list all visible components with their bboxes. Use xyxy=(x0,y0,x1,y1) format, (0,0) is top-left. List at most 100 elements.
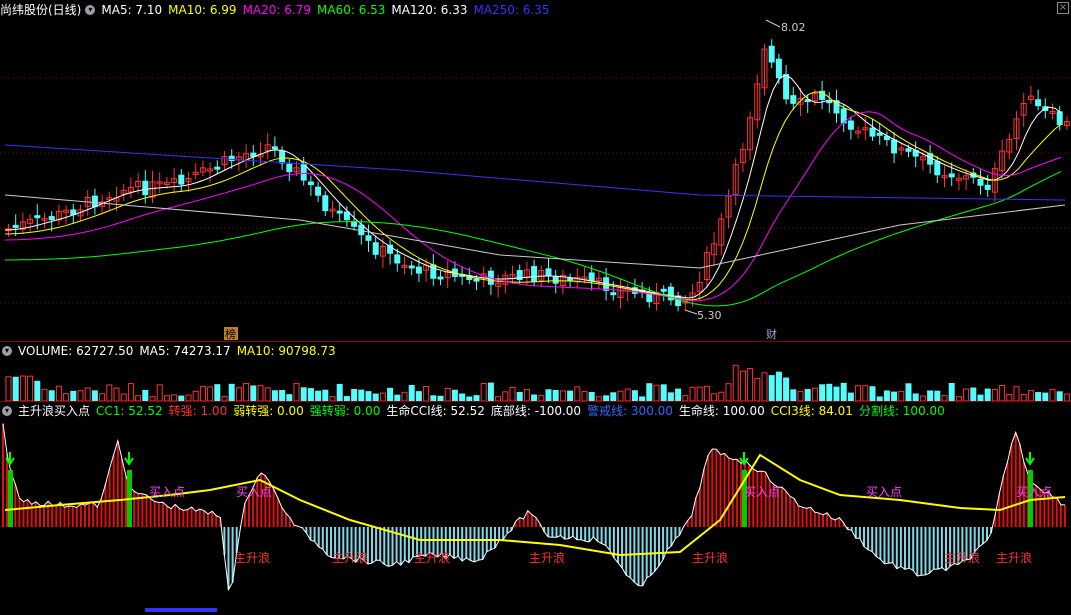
event-marker-label: 财 xyxy=(766,327,777,341)
legend-item: 生命线: 100.00 xyxy=(678,404,765,418)
legend-item: MA120: 6.33 xyxy=(391,3,468,17)
scroll-indicator xyxy=(145,608,217,612)
volume-bar xyxy=(999,384,1006,402)
volume-bar xyxy=(581,390,588,402)
low-label: 5.30 xyxy=(697,309,722,322)
volume-bar xyxy=(840,382,847,402)
volume-bar xyxy=(948,382,955,402)
buy-point-label: 买入点 xyxy=(149,485,185,499)
volume-bar xyxy=(610,392,617,402)
volume-bar xyxy=(199,385,206,402)
volume-bar xyxy=(235,387,242,402)
volume-bar xyxy=(142,389,149,402)
volume-bar xyxy=(819,384,826,402)
panel-divider xyxy=(0,341,1071,342)
legend-item: MA10: 90798.73 xyxy=(236,344,336,358)
candle-body xyxy=(286,163,293,173)
volume-bar xyxy=(358,389,365,402)
volume-bar xyxy=(336,383,343,402)
candle-body xyxy=(365,235,372,241)
candle-body xyxy=(891,139,898,154)
candle-body xyxy=(869,127,876,137)
volume-bar xyxy=(5,376,12,402)
candle-body xyxy=(91,195,98,208)
volume-bar xyxy=(927,390,934,402)
candle-body xyxy=(660,288,667,292)
volume-bar xyxy=(307,388,314,402)
candle-body xyxy=(142,180,149,196)
main-wave-label: 主升浪 xyxy=(944,550,980,565)
candle-body xyxy=(775,58,782,79)
volume-bar xyxy=(1042,392,1049,402)
volume-bar xyxy=(847,392,854,402)
collapse-icon[interactable]: ▾ xyxy=(2,406,12,416)
collapse-icon[interactable]: ▾ xyxy=(85,5,96,15)
volume-bar xyxy=(718,391,725,402)
candle-body xyxy=(415,266,422,274)
legend-item: 转强: 1.00 xyxy=(168,404,228,418)
candle-body xyxy=(315,186,322,196)
legend-item: MA20: 6.79 xyxy=(242,3,311,17)
volume-bar xyxy=(415,391,422,402)
high-pointer xyxy=(765,19,781,28)
close-icon[interactable]: × xyxy=(1057,2,1069,14)
legend-item: 强转弱: 0.00 xyxy=(309,404,381,418)
candle-body xyxy=(307,181,314,186)
down-arrow-icon xyxy=(124,452,134,466)
collapse-icon[interactable]: ▾ xyxy=(2,346,12,356)
volume-bar xyxy=(588,392,595,402)
volume-bar xyxy=(963,388,970,402)
candle-body xyxy=(351,221,358,227)
volume-bar xyxy=(120,393,127,402)
volume-bar xyxy=(250,385,257,402)
volume-bar xyxy=(1049,388,1056,402)
volume-bar xyxy=(84,387,91,402)
volume-bar xyxy=(1035,392,1042,402)
ma120-line xyxy=(4,194,1066,269)
volume-bar xyxy=(379,392,386,402)
indicator-legend: ▾ 主升浪买入点 CC1: 52.52 转强: 1.00 弱转强: 0.00 强转弱:… xyxy=(0,403,957,419)
candle-body xyxy=(408,265,415,269)
volume-bar xyxy=(703,385,710,402)
volume-bar xyxy=(883,390,890,402)
volume-legend-list: VOLUME: 62727.50 MA5: 74273.17 MA10: 90798… xyxy=(18,343,342,359)
volume-bar xyxy=(898,390,905,402)
volume-bar xyxy=(891,391,898,402)
volume-bar xyxy=(567,390,574,402)
volume-bar xyxy=(624,388,631,402)
volume-bar xyxy=(725,383,732,402)
candle-body xyxy=(343,211,350,221)
volume-bar xyxy=(739,370,746,402)
candle-body xyxy=(48,216,55,221)
volume-bar xyxy=(660,384,667,402)
volume-bar xyxy=(552,389,559,402)
volume-bar xyxy=(372,393,379,402)
volume-bar xyxy=(487,382,494,402)
volume-bar xyxy=(646,383,653,402)
candle-body xyxy=(984,184,991,190)
volume-bar xyxy=(401,391,408,402)
legend-item: MA60: 6.53 xyxy=(317,3,386,17)
indicator-legend-list: CC1: 52.52 转强: 1.00 弱转强: 0.00 强转弱: 0.00 生命CC… xyxy=(96,403,951,419)
volume-bar xyxy=(574,386,581,402)
volume-bar xyxy=(775,371,782,402)
legend-item: MA5: 7.10 xyxy=(101,3,163,17)
candle-body xyxy=(1035,99,1042,107)
volume-bar xyxy=(833,386,840,402)
candle-body xyxy=(790,95,797,104)
main-legend: 尚纬股份(日线) ▾ MA5: 7.10 MA10: 6.99 MA20: 6.79… xyxy=(0,2,562,18)
legend-item: CC1: 52.52 xyxy=(96,404,163,418)
volume-bar xyxy=(387,387,394,402)
volume-bar xyxy=(322,389,329,402)
volume-bar xyxy=(19,375,26,402)
candle-body xyxy=(322,195,329,212)
volume-bar xyxy=(559,390,566,402)
volume-bar xyxy=(667,392,674,402)
buy-point-label: 买入点 xyxy=(236,485,272,499)
main-wave-label: 主升浪 xyxy=(234,550,270,565)
volume-bar xyxy=(264,387,271,402)
volume-bar xyxy=(617,390,624,402)
volume-bar xyxy=(545,389,552,402)
volume-bar xyxy=(711,393,718,402)
volume-bar xyxy=(862,385,869,402)
